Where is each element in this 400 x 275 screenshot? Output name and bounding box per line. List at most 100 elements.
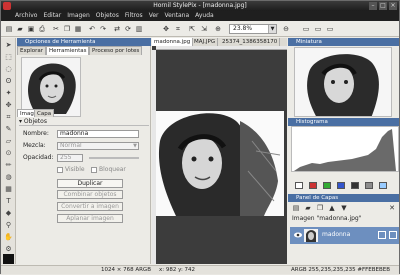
crop-tool-icon[interactable]: ⌗ [3, 112, 14, 122]
rotate-icon[interactable]: ⟳ [123, 24, 133, 34]
paste-icon[interactable]: ▦ [73, 24, 83, 34]
doc-tab-25374[interactable]: 25374_1386358170 [220, 38, 281, 46]
tool-options-panel: Opciones de Herramienta Explorar Herrami… [17, 38, 151, 264]
objects-section-header[interactable]: ▾ Objetos [19, 118, 149, 126]
crop-icon[interactable]: ⌗ [173, 24, 183, 34]
flatten-image-button[interactable]: Aplanar imagen [57, 214, 123, 223]
layout-icon[interactable]: ▭ [313, 24, 323, 34]
shape-tool-icon[interactable]: ◆ [3, 208, 14, 218]
name-field[interactable]: madonna [57, 130, 139, 138]
marquee-tool-icon[interactable]: ⬚ [3, 52, 14, 62]
move-tool-icon[interactable]: ✥ [3, 100, 14, 110]
minimize-button[interactable]: – [369, 2, 377, 10]
magic-wand-icon[interactable]: ✦ [3, 88, 14, 98]
undo-icon[interactable]: ↶ [87, 24, 97, 34]
combine-objects-button[interactable]: Combinar objetos [57, 190, 123, 199]
tab-proceso-por-lotes[interactable]: Proceso por lotes [89, 46, 143, 55]
zoom-select[interactable]: 23.8% ▼ [229, 24, 277, 34]
swatch-green[interactable] [323, 182, 331, 189]
eyedropper-tool-icon[interactable]: ⚲ [3, 220, 14, 230]
grid-icon[interactable]: ▥ [134, 24, 144, 34]
text-tool-icon[interactable]: T [3, 196, 14, 206]
layer-link-icon[interactable] [389, 231, 397, 239]
zoom-out-icon[interactable]: ⊖ [281, 24, 291, 34]
swatch-light-blue[interactable] [379, 182, 387, 189]
menu-objetos[interactable]: Objetos [93, 11, 122, 21]
menu-ayuda[interactable]: Ayuda [192, 11, 217, 21]
brush-tool-icon[interactable]: ✎ [3, 124, 14, 134]
delete-layer-icon[interactable]: ✕ [387, 203, 397, 213]
copy-icon[interactable]: ❐ [62, 24, 72, 34]
menu-filtros[interactable]: Filtros [122, 11, 146, 21]
foreground-color-swatch[interactable] [3, 254, 14, 264]
convert-to-image-button[interactable]: Convertir a imagen [57, 202, 123, 211]
layer-row[interactable]: madonna [290, 227, 399, 244]
menu-ventana[interactable]: Ventana [161, 11, 192, 21]
image-canvas[interactable] [156, 111, 284, 216]
window-icon[interactable]: ▭ [325, 24, 335, 34]
duplicate-layer-icon[interactable]: ❐ [315, 203, 325, 213]
menu-imagen[interactable]: Imagen [64, 11, 93, 21]
panel-toggle-icon[interactable]: ▭ [301, 24, 311, 34]
lasso-tool-icon[interactable]: ʘ [3, 76, 14, 86]
swatch-white[interactable] [295, 182, 303, 189]
swatch-blue[interactable] [337, 182, 345, 189]
layer-lock-icon[interactable] [378, 231, 386, 239]
print-icon[interactable]: ⎙ [37, 24, 47, 34]
move-icon[interactable]: ✥ [161, 24, 171, 34]
zoom-in-icon[interactable]: ⊕ [213, 24, 223, 34]
pencil-tool-icon[interactable]: ✏ [3, 160, 14, 170]
eye-icon[interactable] [294, 231, 302, 239]
fit-icon[interactable]: ⇱ [187, 24, 197, 34]
lock-checkbox[interactable] [91, 167, 97, 173]
tool-palette: ➤ ⬚ ◌ ʘ ✦ ✥ ⌗ ✎ ▱ ⊙ ✏ ◍ ▦ T ◆ ⚲ ✋ ⚙ [1, 38, 16, 264]
name-label: Nombre: [23, 130, 49, 137]
actual-size-icon[interactable]: ⇲ [199, 24, 209, 34]
thumbnail-preview[interactable] [294, 47, 392, 117]
layers-header: Panel de Capas [288, 194, 399, 202]
new-layer-icon[interactable]: ▤ [291, 203, 301, 213]
hand-tool-icon[interactable]: ✋ [3, 232, 14, 242]
tab-capa[interactable]: Capa [34, 109, 55, 117]
lock-label: Bloquear [99, 166, 126, 173]
zoom-tool-icon[interactable]: ⚙ [3, 244, 14, 254]
gradient-tool-icon[interactable]: ▦ [3, 184, 14, 194]
tab-explorar[interactable]: Explorar [17, 46, 47, 55]
doc-tab-maj[interactable]: MAJ.JPG [192, 38, 219, 46]
swatch-red[interactable] [309, 182, 317, 189]
menu-editar[interactable]: Editar [40, 11, 64, 21]
close-button[interactable]: × [389, 2, 397, 10]
layer-up-icon[interactable]: ▲ [327, 203, 337, 213]
flip-icon[interactable]: ⇄ [112, 24, 122, 34]
color-swatches [291, 181, 399, 191]
clone-tool-icon[interactable]: ⊙ [3, 148, 14, 158]
eraser-tool-icon[interactable]: ▱ [3, 136, 14, 146]
menu-ver[interactable]: Ver [146, 11, 162, 21]
save-icon[interactable]: ▣ [26, 24, 36, 34]
menu-archivo[interactable]: Archivo [12, 11, 40, 21]
chevron-down-icon[interactable]: ▼ [268, 25, 276, 33]
zoom-value: 23.8% [233, 25, 253, 32]
opacity-field[interactable]: 255 [57, 154, 83, 162]
select-tool-icon[interactable]: ➤ [3, 40, 14, 50]
new-file-icon[interactable]: ▤ [4, 24, 14, 34]
app-window: Hornil StylePix - [madonna.jpg] – □ × Ar… [0, 0, 400, 274]
layer-folder-icon[interactable]: ▰ [303, 203, 313, 213]
swatch-dark[interactable] [351, 182, 359, 189]
opacity-slider[interactable] [89, 157, 139, 159]
open-folder-icon[interactable]: ▰ [15, 24, 25, 34]
redo-icon[interactable]: ↷ [98, 24, 108, 34]
status-bar: 1024 × 768 ARGB x: 982 y: 742 ARGB 255,2… [1, 265, 399, 274]
layer-down-icon[interactable]: ▼ [339, 203, 349, 213]
swatch-gray[interactable] [365, 182, 373, 189]
layers-toolbar: ▤ ▰ ❐ ▲ ▼ ✕ [291, 203, 399, 213]
blend-select[interactable]: Normal ▼ [57, 142, 139, 150]
doc-tab-madonna[interactable]: madonna.jpg [152, 38, 194, 46]
fill-tool-icon[interactable]: ◍ [3, 172, 14, 182]
maximize-button[interactable]: □ [379, 2, 387, 10]
visible-checkbox[interactable] [57, 167, 63, 173]
ellipse-select-icon[interactable]: ◌ [3, 64, 14, 74]
duplicate-button[interactable]: Duplicar [57, 179, 123, 188]
cut-icon[interactable]: ✂ [51, 24, 61, 34]
tab-herramientas[interactable]: Herramientas [46, 46, 90, 55]
